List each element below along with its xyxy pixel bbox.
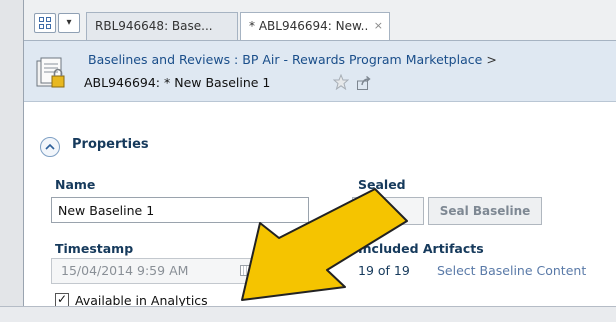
- analytics-checkbox[interactable]: ✓: [55, 293, 69, 307]
- sealed-field: [352, 197, 424, 225]
- tab-label: * ABL946694: New..: [249, 19, 369, 33]
- timestamp-field: 15/04/2014 9:59 AM: [51, 258, 261, 284]
- tab-list-dropdown-icon[interactable]: ▾: [58, 13, 80, 33]
- included-artifacts-label: Included Artifacts: [358, 241, 484, 256]
- bottom-frame: [0, 306, 616, 322]
- collapse-section-icon[interactable]: [40, 137, 60, 157]
- sealed-label: Sealed: [358, 177, 406, 192]
- artifact-header: [24, 40, 616, 102]
- calendar-icon[interactable]: [240, 265, 252, 276]
- share-icon[interactable]: [356, 75, 372, 91]
- page-title: ABL946694: * New Baseline 1: [84, 75, 271, 90]
- tab-rbl946648[interactable]: RBL946648: Base...: [86, 12, 238, 40]
- left-frame: [0, 0, 24, 322]
- included-artifacts-count: 19 of 19: [358, 263, 410, 278]
- timestamp-label: Timestamp: [55, 241, 134, 256]
- tab-label: RBL946648: Base...: [95, 19, 213, 33]
- seal-baseline-button[interactable]: Seal Baseline: [428, 197, 542, 225]
- select-baseline-content-link[interactable]: Select Baseline Content: [437, 263, 586, 278]
- tab-abl946694[interactable]: * ABL946694: New.. ×: [240, 12, 390, 41]
- name-field[interactable]: [51, 197, 309, 223]
- grid-view-icon[interactable]: [34, 13, 56, 33]
- baseline-icon: [36, 56, 68, 90]
- section-title: Properties: [72, 137, 149, 152]
- name-label: Name: [55, 177, 96, 192]
- favorite-star-icon[interactable]: [332, 73, 350, 91]
- breadcrumb: Baselines and Reviews : BP Air - Rewards…: [88, 52, 497, 67]
- close-tab-icon[interactable]: ×: [374, 13, 383, 39]
- breadcrumb-link[interactable]: Baselines and Reviews : BP Air - Rewards…: [88, 52, 482, 67]
- breadcrumb-separator: >: [486, 52, 497, 67]
